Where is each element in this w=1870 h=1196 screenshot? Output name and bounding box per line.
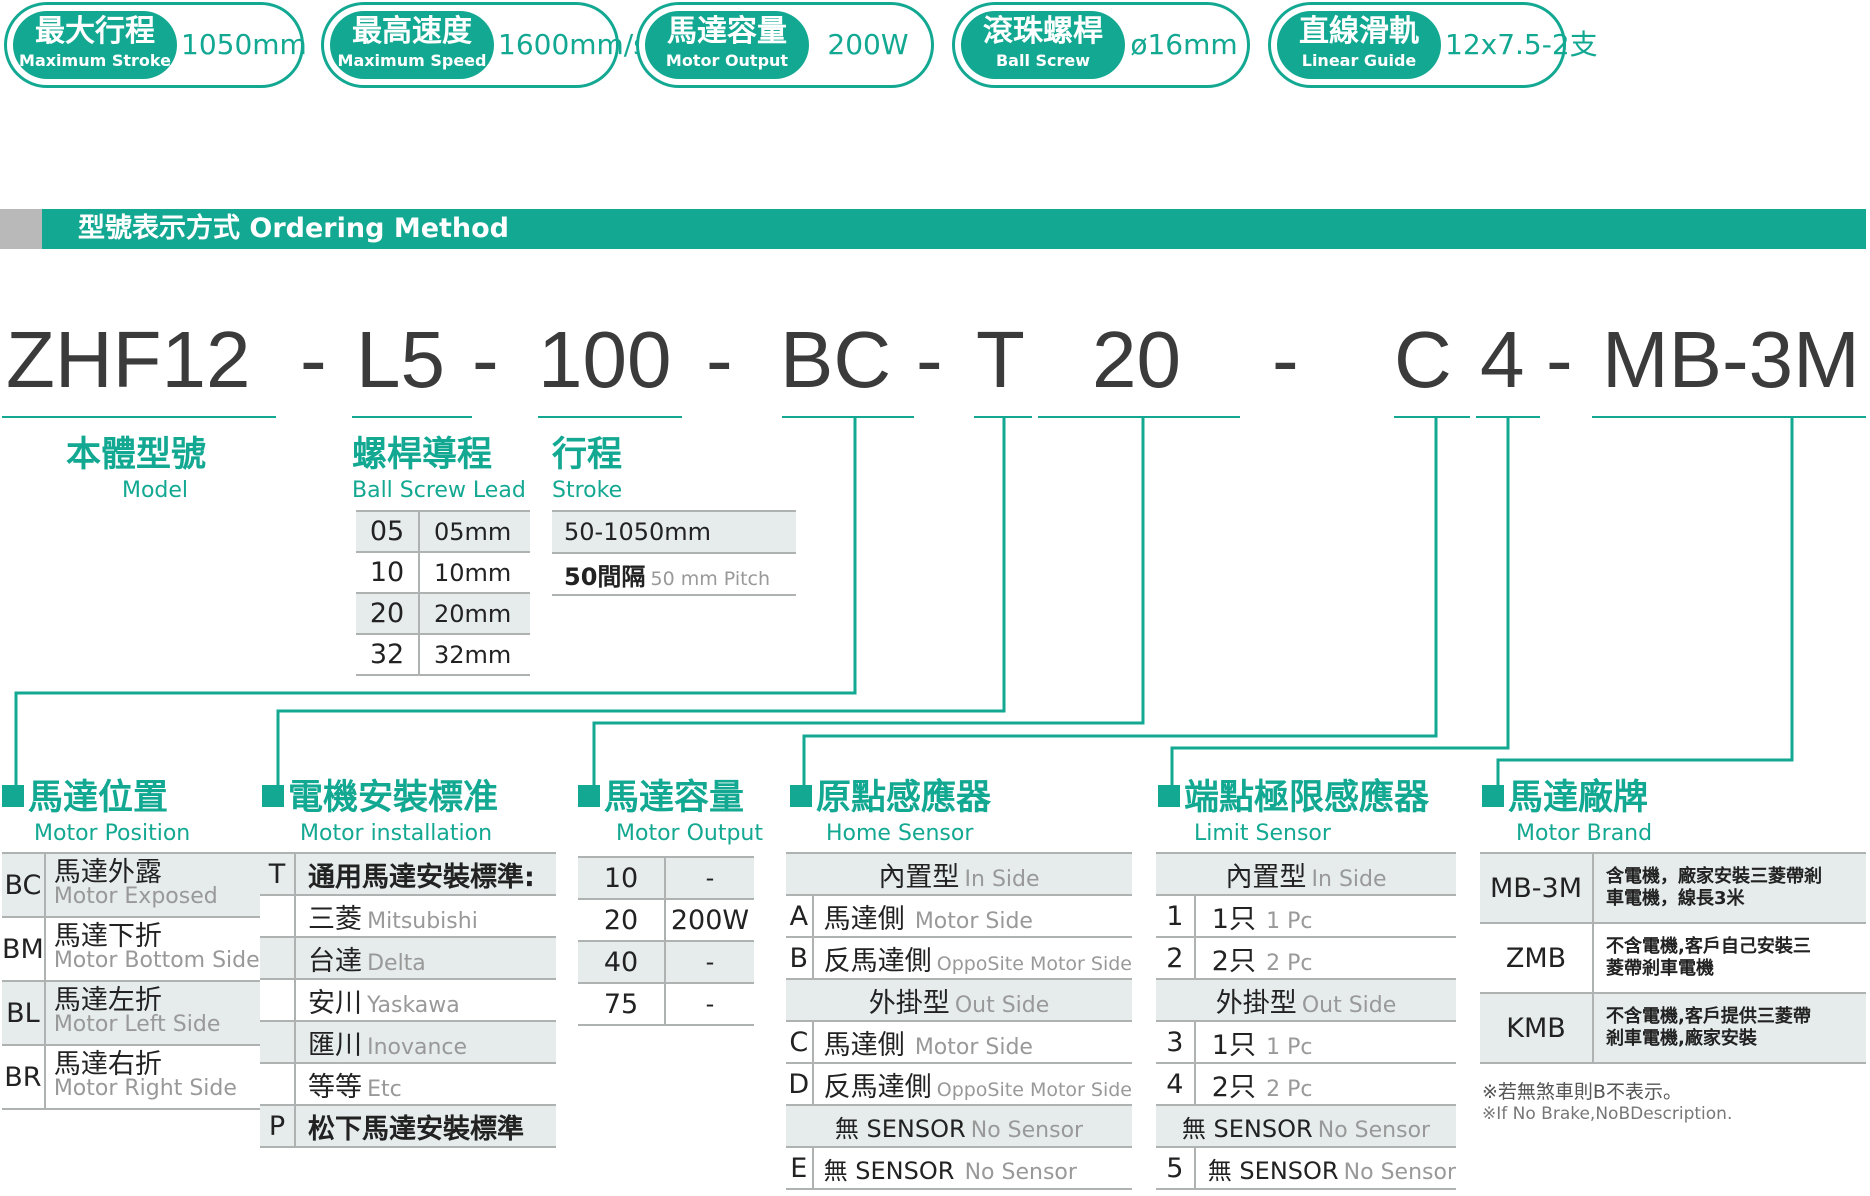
table-row: E無 SENSOR No Sensor <box>786 1147 1132 1190</box>
table-row: D 反馬達側 OppoSite Motor Side <box>786 1063 1132 1106</box>
table-row: P 松下馬達安裝標準 <box>260 1105 556 1148</box>
table-row: 50間隔 50 mm Pitch <box>552 553 796 596</box>
brake-note-cn: ※若無煞車則B不表示。 <box>1482 1081 1682 1103</box>
table-row: 05 05mm <box>356 510 530 553</box>
table-row: 外掛型 Out Side <box>786 979 1132 1022</box>
lead-heading: 螺桿導程 Ball Screw Lead <box>352 435 526 503</box>
limit-sensor-heading: 端點極限感應器 Limit Sensor <box>1158 776 1429 848</box>
table-row: 匯川 Inovance <box>260 1021 556 1064</box>
table-row: 10 10mm <box>356 552 530 594</box>
motor-position-table: BC 馬達外露 Motor Exposed BM 馬達下折 Motor Bottom S… <box>2 852 260 1110</box>
table-row: 20 20mm <box>356 593 530 635</box>
table-row: 75- <box>578 983 754 1026</box>
table-row: 10- <box>578 856 754 900</box>
table-row: MB-3M 含電機，廠家安裝三菱帶剎 車電機，線長3米 <box>1480 852 1866 924</box>
motor-output-table: 10- 20 200W 40- 75- <box>578 856 754 1026</box>
table-row: 4 2只 2 Pc <box>1156 1063 1456 1106</box>
table-row: 無 SENSOR No Sensor <box>1156 1105 1456 1148</box>
motor-position-heading: 馬達位置 Motor Position <box>2 776 190 848</box>
table-row: 內置型 In Side <box>786 852 1132 896</box>
table-row: 40- <box>578 941 754 984</box>
table-row: 內置型 In Side <box>1156 852 1456 896</box>
limit-sensor-table: 內置型 In Side 1 1只 1 Pc 2 2只 2 Pc 外掛型 Out Si… <box>1156 852 1456 1190</box>
home-sensor-heading: 原點感應器 Home Sensor <box>790 776 991 848</box>
table-row: T 通用馬達安裝標準: <box>260 852 556 896</box>
square-bullet-icon <box>1482 785 1504 807</box>
motor-install-table: T 通用馬達安裝標準: 三菱 Mitsubishi 台達 Delta 安川 Yas… <box>260 852 556 1148</box>
table-row: 2 2只 2 Pc <box>1156 937 1456 980</box>
square-bullet-icon <box>790 785 812 807</box>
square-bullet-icon <box>1158 785 1180 807</box>
lead-table: 05 05mm 10 10mm 20 20mm 32 32mm <box>356 510 530 676</box>
table-row: BC 馬達外露 Motor Exposed <box>2 852 260 918</box>
square-bullet-icon <box>578 785 600 807</box>
model-heading: 本體型號 Model <box>66 435 207 503</box>
connector-limit-sensor <box>1170 418 1510 786</box>
stroke-table: 50-1050mm 50間隔 50 mm Pitch <box>552 510 796 596</box>
square-bullet-icon <box>2 785 24 807</box>
table-row: 50-1050mm <box>552 510 796 554</box>
motor-brand-table: MB-3M 含電機，廠家安裝三菱帶剎 車電機，線長3米 ZMB 不含電機,客戶自己安裝… <box>1480 852 1866 1064</box>
motor-install-heading: 電機安裝標准 Motor installation <box>262 776 498 848</box>
table-row: 三菱 Mitsubishi <box>260 895 556 938</box>
table-row: BR 馬達右折 Motor Right Side <box>2 1045 260 1110</box>
table-row: A 馬達側 Motor Side <box>786 895 1132 938</box>
table-row: 無 SENSOR No Sensor <box>786 1105 1132 1148</box>
table-row: BM 馬達下折 Motor Bottom Side <box>2 917 260 982</box>
table-row: 32 32mm <box>356 634 530 676</box>
connector-output <box>592 418 1145 786</box>
table-row: 台達 Delta <box>260 937 556 980</box>
motor-brand-heading: 馬達廠牌 Motor Brand <box>1482 776 1652 848</box>
square-bullet-icon <box>262 785 284 807</box>
table-row: 20 200W <box>578 899 754 942</box>
table-row: 1 1只 1 Pc <box>1156 895 1456 938</box>
home-sensor-table: 內置型 In Side A 馬達側 Motor Side B 反馬達側 OppoSi… <box>786 852 1132 1190</box>
stroke-heading: 行程 Stroke <box>552 435 623 503</box>
connector-brand <box>1496 418 1794 786</box>
table-row: BL 馬達左折 Motor Left Side <box>2 981 260 1046</box>
table-row: B 反馬達側 OppoSite Motor Side <box>786 937 1132 980</box>
table-row: 外掛型 Out Side <box>1156 979 1456 1022</box>
connector-home-sensor <box>802 418 1438 786</box>
table-row: C 馬達側 Motor Side <box>786 1021 1132 1064</box>
brake-note-en: ※If No Brake,NoBDescription. <box>1482 1104 1733 1124</box>
table-row: 安川 Yaskawa <box>260 979 556 1022</box>
motor-output-heading: 馬達容量 Motor Output <box>578 776 763 848</box>
table-row: 3 1只 1 Pc <box>1156 1021 1456 1064</box>
table-row: KMB 不含電機,客戶提供三菱帶 剎車電機,廠家安裝 <box>1480 993 1866 1064</box>
table-row: 等等 Etc <box>260 1063 556 1106</box>
table-row: ZMB 不含電機,客戶自己安裝三 菱帶剎車電機 <box>1480 923 1866 994</box>
table-row: 5無 SENSOR No Sensor <box>1156 1147 1456 1190</box>
